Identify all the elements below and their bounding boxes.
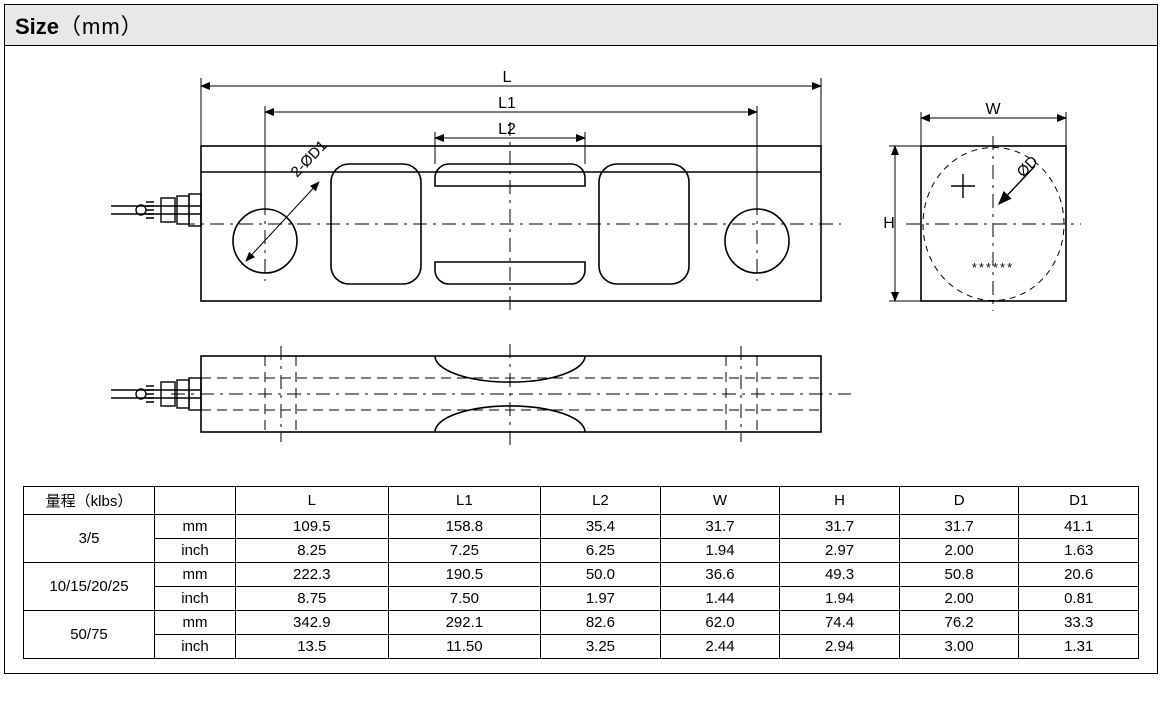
title-unit: （mm）	[59, 14, 144, 39]
label-W: W	[985, 101, 1001, 118]
content: 2-ØD1 L L1	[5, 46, 1157, 673]
label-diaD: ØD	[1014, 153, 1042, 181]
table-row: 10/15/20/25 mm 222.3 190.5 50.0 36.6 49.…	[24, 563, 1139, 587]
label-L1: L1	[498, 95, 516, 112]
table-row: inch 8.25 7.25 6.25 1.94 2.97 2.00 1.63	[24, 539, 1139, 563]
table-row: 50/75 mm 342.9 292.1 82.6 62.0 74.4 76.2…	[24, 611, 1139, 635]
title-bold: Size	[15, 14, 59, 39]
table-row: inch 13.5 11.50 3.25 2.44 2.94 3.00 1.31	[24, 635, 1139, 659]
table-row: inch 8.75 7.50 1.97 1.44 1.94 2.00 0.81	[24, 587, 1139, 611]
title-bar: Size（mm）	[5, 5, 1157, 46]
label-hole: 2-ØD1	[288, 137, 331, 181]
label-stars: ******	[972, 260, 1014, 275]
label-H: H	[883, 215, 895, 232]
table-header-row: 量程（klbs） L L1 L2 W H D D1	[24, 487, 1139, 515]
table-row: 3/5 mm 109.5 158.8 35.4 31.7 31.7 31.7 4…	[24, 515, 1139, 539]
label-L: L	[503, 69, 512, 86]
dimension-table: 量程（klbs） L L1 L2 W H D D1 3/5 mm 109.5 1…	[23, 486, 1139, 659]
label-L2: L2	[498, 121, 516, 138]
engineering-drawing: 2-ØD1 L L1	[23, 56, 1139, 476]
panel: Size（mm）	[4, 4, 1158, 674]
